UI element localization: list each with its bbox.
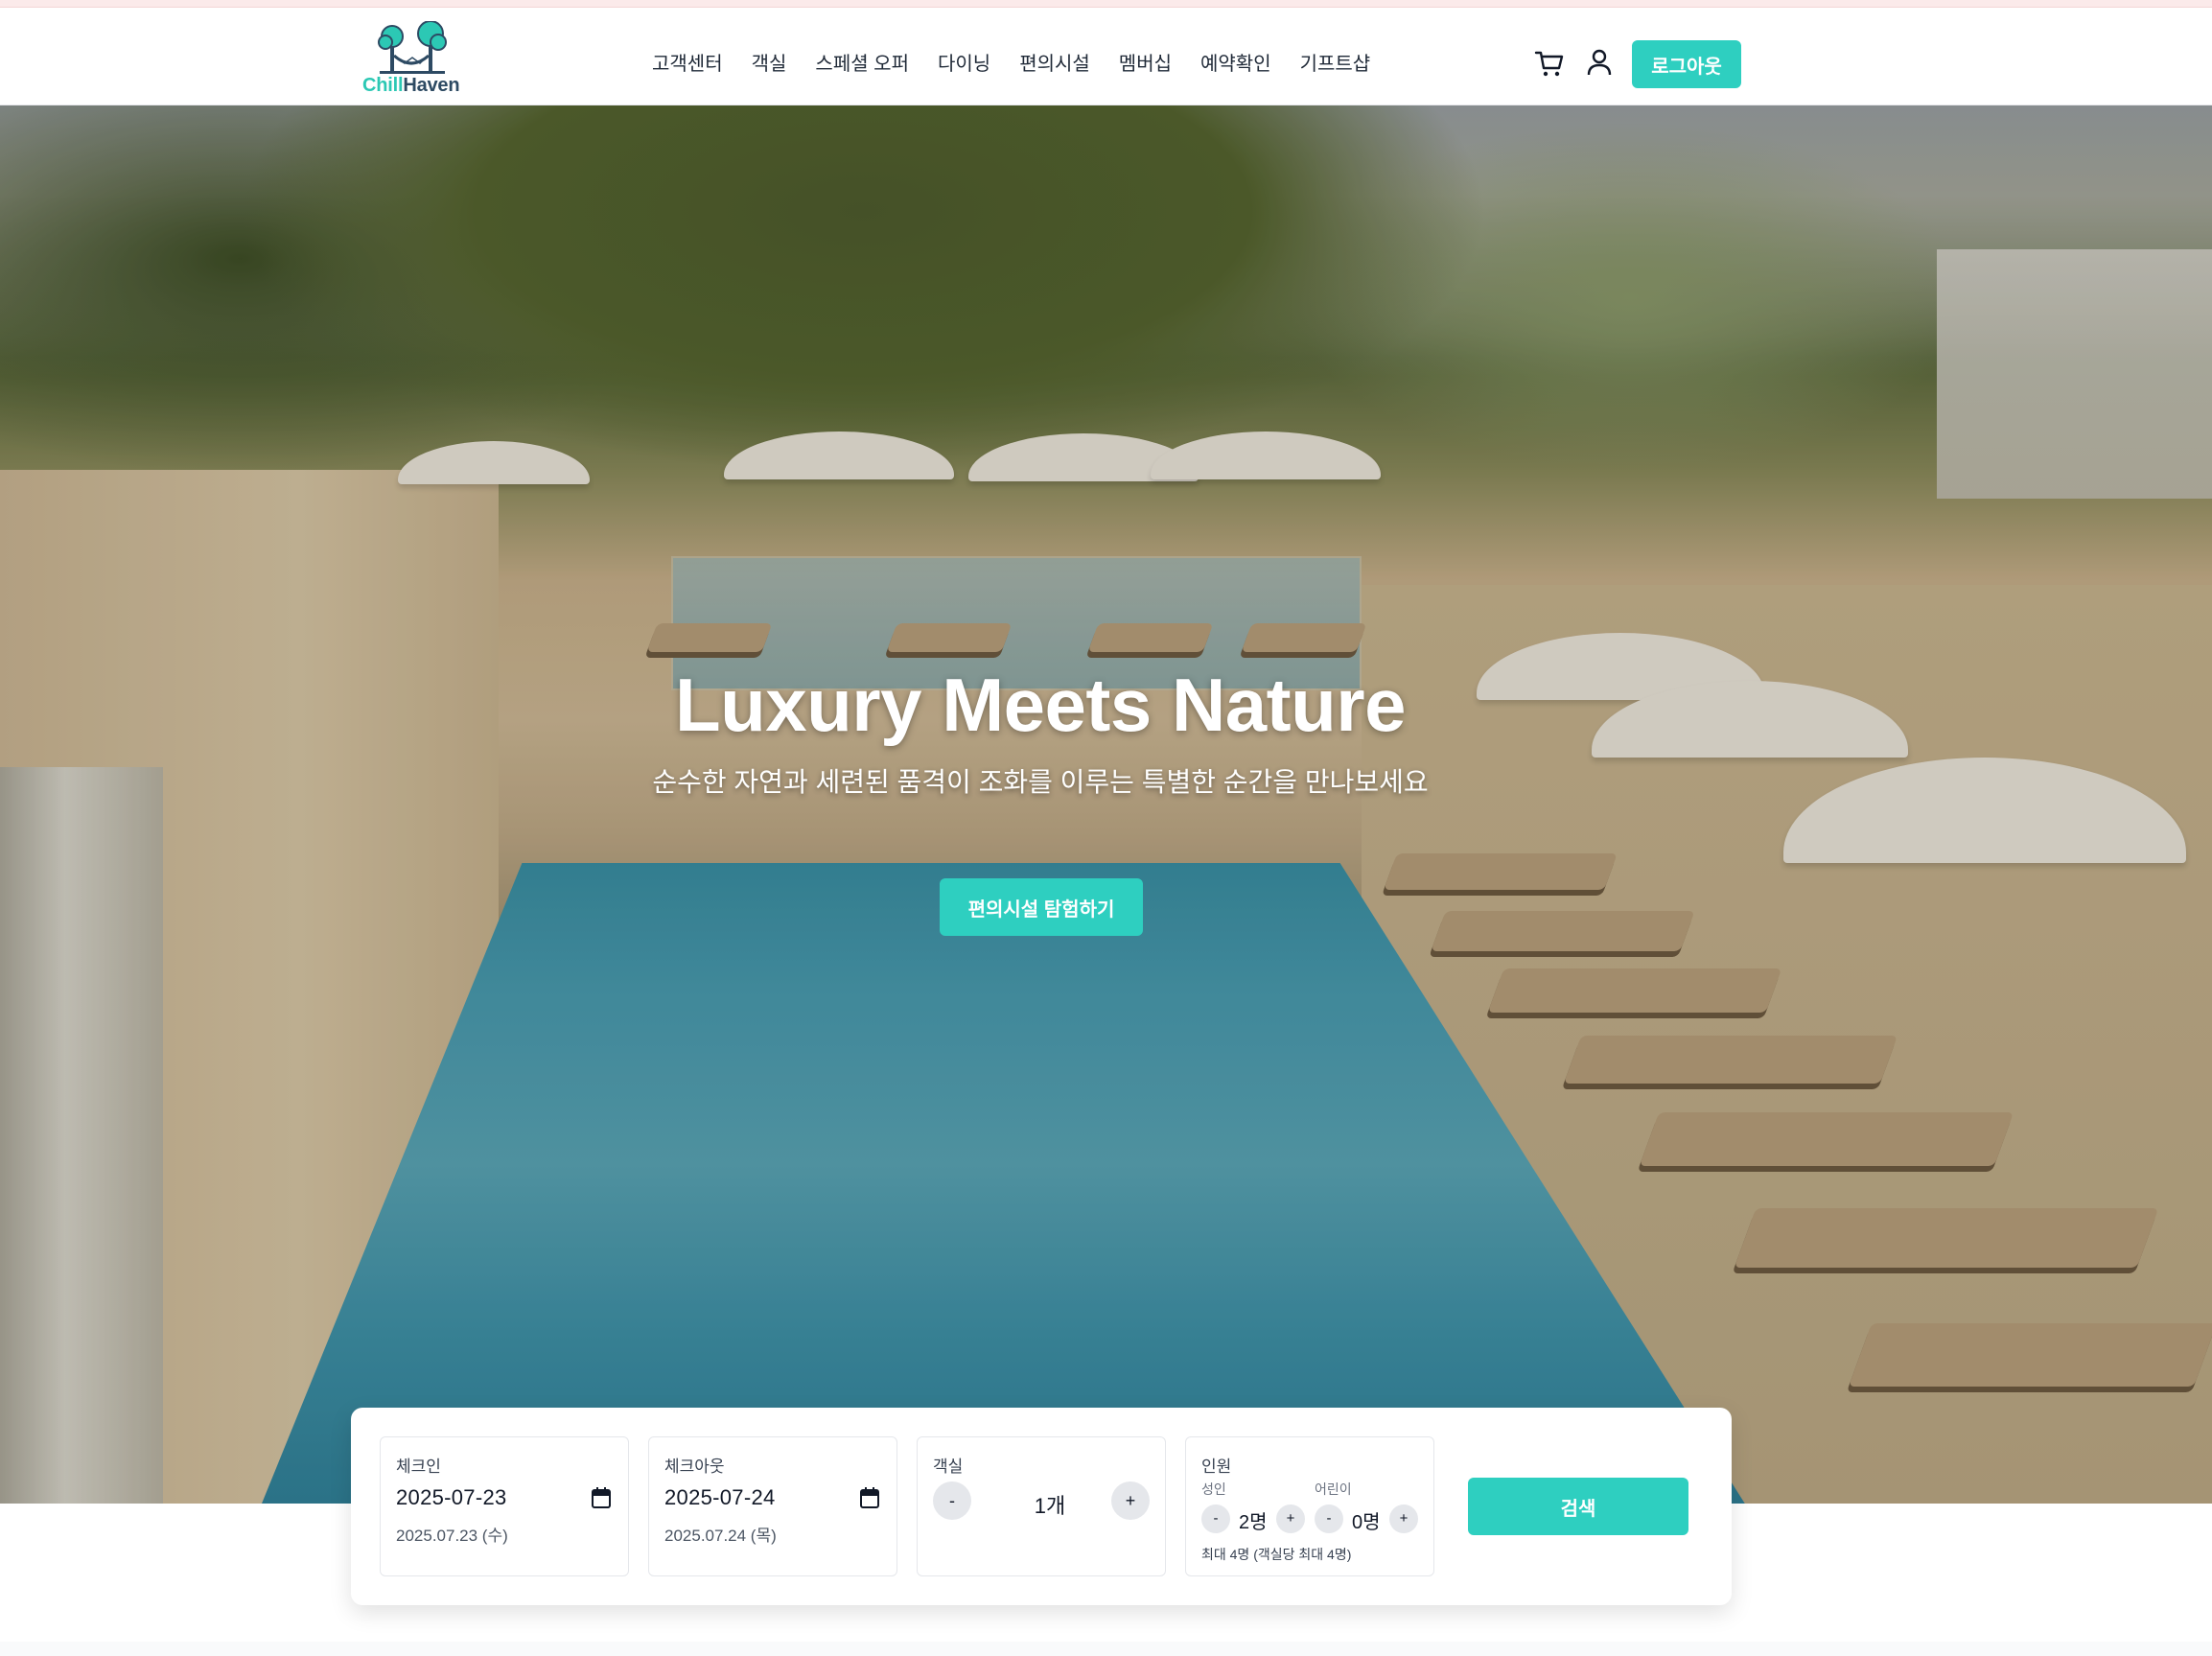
guests-field: 인원 성인 어린이 - 2명 + - 0명 + 최대 4명 (객실당 최대 4명…	[1185, 1436, 1434, 1576]
children-count: 0명	[1352, 1512, 1381, 1533]
hero-overlay	[0, 105, 2212, 1504]
brand-logo[interactable]: ChillHaven	[357, 21, 481, 102]
main-nav: 고객센터 객실 스페셜 오퍼 다이닝 편의시설 멤버십 예약확인 기프트샵	[638, 42, 1385, 82]
adults-label: 성인	[1201, 1481, 1226, 1497]
checkin-field[interactable]: 체크인 2025-07-23 2025.07.23 (수)	[380, 1436, 629, 1576]
checkout-label: 체크아웃	[664, 1458, 725, 1476]
checkin-date-input[interactable]: 2025-07-23	[396, 1485, 507, 1510]
site-header: ChillHaven 고객센터 객실 스페셜 오퍼 다이닝 편의시설 멤버십 예…	[0, 8, 2212, 105]
checkout-field[interactable]: 체크아웃 2025-07-24 2025.07.24 (목)	[648, 1436, 897, 1576]
guests-max-note: 최대 4명 (객실당 최대 4명)	[1201, 1547, 1352, 1562]
children-label: 어린이	[1315, 1481, 1352, 1497]
user-icon[interactable]	[1586, 48, 1613, 77]
guests-label: 인원	[1201, 1458, 1232, 1476]
checkin-date-display: 2025.07.23 (수)	[396, 1527, 508, 1545]
hero-title: Luxury Meets Nature	[674, 663, 1407, 747]
adults-increment-button[interactable]: +	[1276, 1504, 1305, 1533]
checkin-label: 체크인	[396, 1458, 441, 1476]
hero-subtitle: 순수한 자연과 세련된 품격이 조화를 이루는 특별한 순간을 만나보세요	[652, 767, 1429, 797]
adults-decrement-button[interactable]: -	[1201, 1504, 1230, 1533]
logout-button[interactable]: 로그아웃	[1632, 40, 1741, 88]
nav-item-membership[interactable]: 멤버십	[1105, 42, 1186, 82]
adults-count: 2명	[1239, 1512, 1268, 1533]
children-increment-button[interactable]: +	[1389, 1504, 1418, 1533]
checkout-date-display: 2025.07.24 (목)	[664, 1527, 777, 1545]
search-button[interactable]: 검색	[1468, 1478, 1688, 1535]
calendar-icon[interactable]	[592, 1487, 611, 1508]
checkout-date-input[interactable]: 2025-07-24	[664, 1485, 776, 1510]
nav-item-gift-shop[interactable]: 기프트샵	[1286, 42, 1385, 82]
cart-icon[interactable]	[1534, 48, 1565, 79]
rooms-decrement-button[interactable]: -	[933, 1481, 971, 1520]
nav-item-customer-center[interactable]: 고객센터	[638, 42, 737, 82]
booking-panel: 체크인 2025-07-23 2025.07.23 (수) 체크아웃 2025-…	[351, 1408, 1732, 1605]
rooms-count: 1개	[1034, 1494, 1066, 1518]
nav-item-special-offer[interactable]: 스페셜 오퍼	[801, 42, 923, 82]
explore-facilities-button[interactable]: 편의시설 탐험하기	[940, 878, 1143, 936]
brand-wordmark-part1: Chill	[362, 75, 404, 96]
calendar-icon[interactable]	[860, 1487, 879, 1508]
rooms-label: 객실	[933, 1458, 964, 1476]
rooms-increment-button[interactable]: +	[1111, 1481, 1150, 1520]
nav-item-reservation-check[interactable]: 예약확인	[1186, 42, 1286, 82]
children-decrement-button[interactable]: -	[1315, 1504, 1343, 1533]
nav-item-dining[interactable]: 다이닝	[923, 42, 1005, 82]
nav-item-rooms[interactable]: 객실	[737, 42, 802, 82]
brand-wordmark: ChillHaven	[362, 75, 460, 97]
rooms-field: 객실 - 1개 +	[917, 1436, 1166, 1576]
hammock-trees-icon	[378, 21, 447, 74]
hero-section: Luxury Meets Nature 순수한 자연과 세련된 품격이 조화를 …	[0, 105, 2212, 1504]
nav-item-facilities[interactable]: 편의시설	[1005, 42, 1105, 82]
brand-wordmark-part2: Haven	[403, 75, 460, 96]
top-strip	[0, 0, 2212, 8]
bottom-strip	[0, 1642, 2212, 1656]
